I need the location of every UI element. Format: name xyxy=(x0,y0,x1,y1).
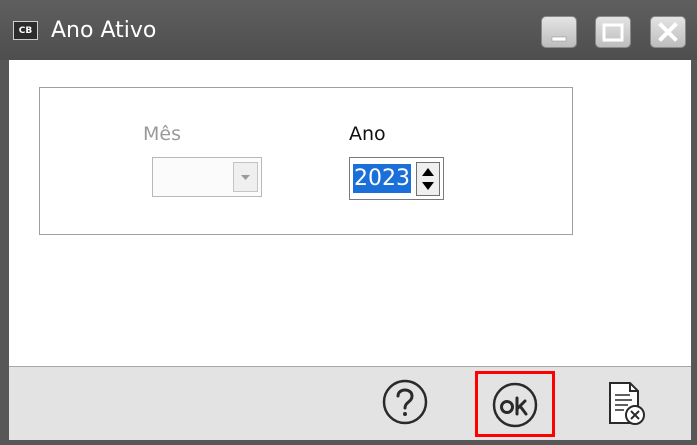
ok-button[interactable] xyxy=(475,371,555,437)
mes-dropdown-button[interactable] xyxy=(233,162,258,192)
ano-spinner[interactable]: 2023 xyxy=(349,157,444,200)
ok-circle-icon xyxy=(492,382,538,428)
window-title: Ano Ativo xyxy=(51,18,157,43)
dialog-content xyxy=(9,60,691,366)
mes-combobox[interactable] xyxy=(152,157,262,197)
chevron-down-icon xyxy=(241,175,250,180)
minimize-button[interactable] xyxy=(541,16,577,48)
period-group-box xyxy=(39,87,573,235)
close-icon xyxy=(658,22,678,42)
minimize-icon xyxy=(551,36,567,42)
maximize-icon xyxy=(602,23,624,42)
maximize-button[interactable] xyxy=(595,16,631,48)
title-bar[interactable]: CB Ano Ativo xyxy=(0,0,697,60)
ano-spin-buttons[interactable] xyxy=(416,162,440,196)
document-cancel-icon xyxy=(609,382,645,425)
mes-label: Mês xyxy=(143,123,181,145)
ano-label: Ano xyxy=(349,123,386,145)
question-circle-icon xyxy=(382,379,428,425)
spin-arrows-icon xyxy=(422,168,434,190)
cancel-button[interactable] xyxy=(602,379,648,429)
bottom-toolbar xyxy=(9,366,691,440)
ano-value[interactable]: 2023 xyxy=(353,164,411,193)
help-button[interactable] xyxy=(380,377,430,427)
app-icon: CB xyxy=(13,21,38,40)
close-button[interactable] xyxy=(650,16,686,48)
